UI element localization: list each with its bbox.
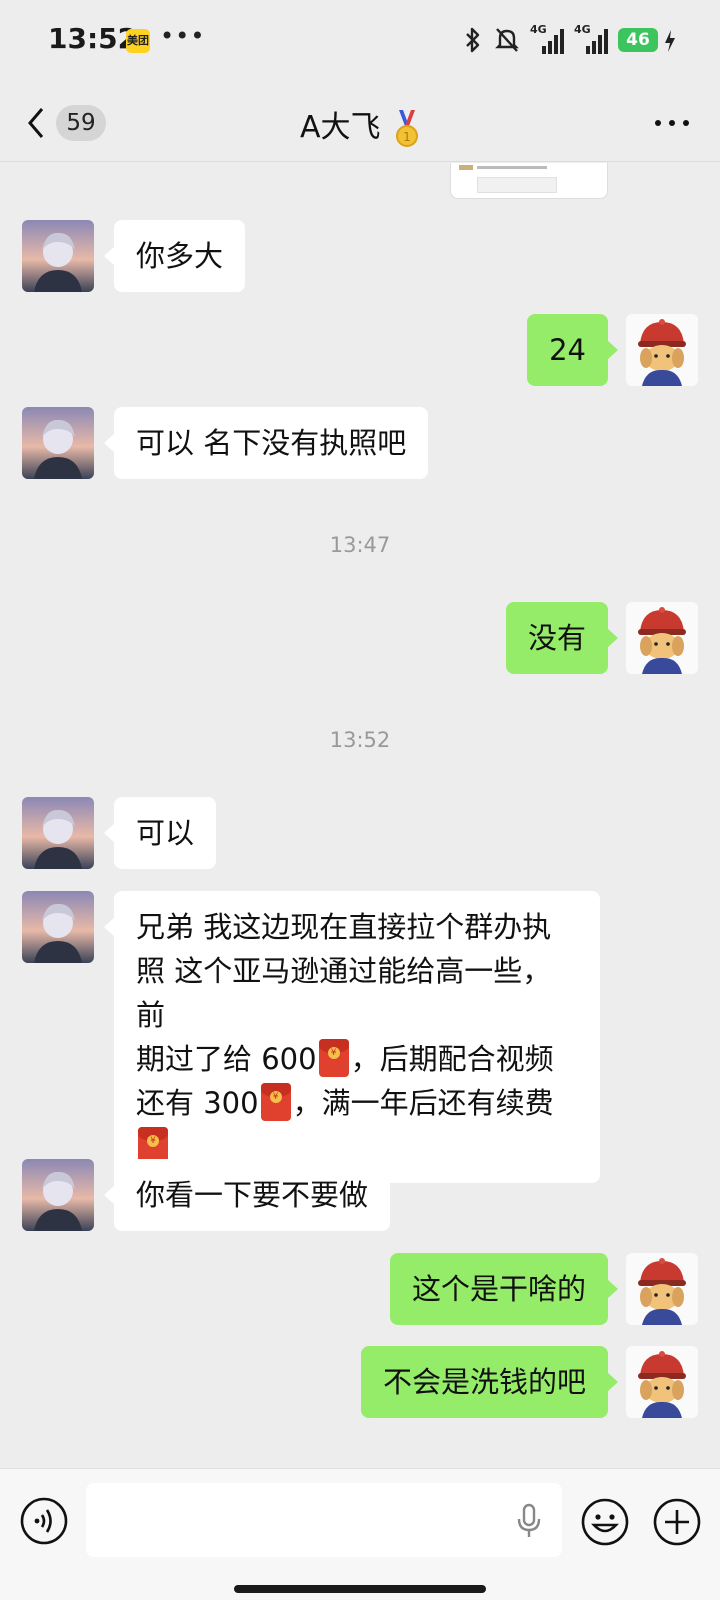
- my-avatar[interactable]: [626, 314, 698, 386]
- contact-avatar[interactable]: [22, 1159, 94, 1231]
- home-indicator: [234, 1585, 486, 1593]
- contact-avatar[interactable]: [22, 220, 94, 292]
- message-line: 期过了给 600 ，后期配合视频: [136, 1037, 578, 1081]
- message-text: 还有 300: [136, 1086, 259, 1120]
- message-bubble-outgoing[interactable]: 没有: [505, 602, 619, 674]
- my-avatar[interactable]: [626, 1253, 698, 1325]
- message-text: ，后期配合视频: [350, 1042, 554, 1076]
- chat-input-bar: [0, 1468, 720, 1600]
- svg-text:1: 1: [403, 130, 411, 144]
- message-bubble-outgoing[interactable]: 不会是洗钱的吧: [360, 1346, 619, 1418]
- voice-icon[interactable]: [20, 1497, 68, 1545]
- chat-title[interactable]: A大飞 1: [0, 102, 720, 148]
- network-type-2: 4G: [574, 23, 591, 36]
- message-bubble-incoming[interactable]: 可以: [103, 797, 217, 869]
- message-timestamp: 13:47: [329, 533, 391, 557]
- emoji-icon[interactable]: [580, 1497, 630, 1547]
- red-packet-icon: [260, 1083, 291, 1121]
- signal-2-icon: 4G: [574, 23, 608, 54]
- message-bubble-outgoing[interactable]: 这个是干啥的: [389, 1253, 619, 1325]
- contact-avatar[interactable]: [22, 407, 94, 479]
- contact-avatar[interactable]: [22, 797, 94, 869]
- my-avatar[interactable]: [626, 602, 698, 674]
- mic-icon[interactable]: [514, 1503, 544, 1539]
- medal-icon: 1: [396, 109, 419, 147]
- message-line: 兄弟 我这边现在直接拉个群办执: [136, 910, 552, 944]
- bluetooth-icon: [466, 27, 480, 53]
- message-bubble-incoming[interactable]: 可以 名下没有执照吧: [103, 407, 429, 479]
- status-bar: 13:52 美团 ••• 4G 4G 46: [0, 0, 720, 84]
- charging-icon: [665, 30, 675, 52]
- contact-name: A大飞: [299, 110, 381, 145]
- message-line: 还有 300 ，满一年后还有续费: [136, 1081, 578, 1125]
- message-timestamp: 13:52: [329, 728, 391, 752]
- message-line: 照 这个亚马逊通过能给高一些，前: [136, 954, 552, 1032]
- red-packet-icon: [318, 1039, 349, 1077]
- signal-1-icon: 4G: [530, 23, 564, 54]
- status-time: 13:52: [48, 22, 138, 55]
- status-icons: 4G 4G 46: [462, 23, 658, 54]
- message-bubble-incoming[interactable]: 兄弟 我这边现在直接拉个群办执 照 这个亚马逊通过能给高一些，前 期过了给 60…: [104, 891, 600, 1183]
- shared-card-preview[interactable]: [450, 163, 608, 199]
- network-type-1: 4G: [530, 23, 547, 36]
- chat-message-list[interactable]: 你多大 24 可以 名下没有执照吧 13:47 没有 13:52 可以 兄弟 我…: [0, 163, 720, 1468]
- more-notifications-icon: •••: [160, 22, 206, 50]
- plus-icon[interactable]: [652, 1497, 702, 1547]
- mute-bell-icon: [495, 28, 519, 52]
- contact-avatar[interactable]: [22, 891, 94, 963]
- my-avatar[interactable]: [626, 1346, 698, 1418]
- message-bubble-incoming[interactable]: 你多大: [103, 220, 246, 292]
- more-options-button[interactable]: [652, 108, 692, 138]
- message-bubble-incoming[interactable]: 你看一下要不要做: [103, 1159, 391, 1231]
- message-text: 期过了给 600: [136, 1042, 317, 1076]
- message-bubble-outgoing[interactable]: 24: [527, 314, 618, 386]
- message-input[interactable]: [86, 1483, 562, 1557]
- meituan-app-icon: 美团: [126, 29, 150, 53]
- message-text: ，满一年后还有续费: [292, 1086, 554, 1120]
- chat-header: 59 A大飞 1: [0, 84, 720, 162]
- battery-indicator: 46: [618, 28, 658, 52]
